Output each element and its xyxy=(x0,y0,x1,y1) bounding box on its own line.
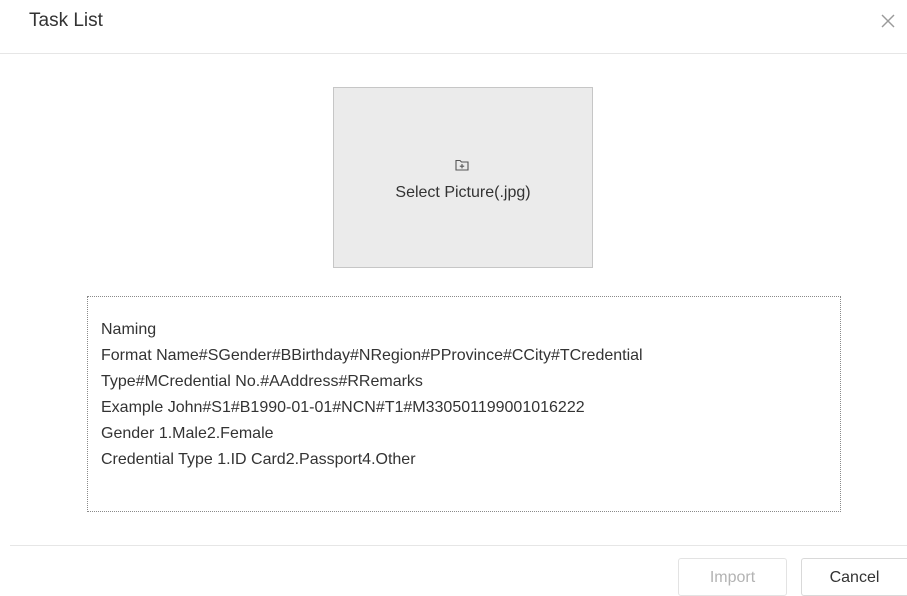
info-line-gender: Gender 1.Male2.Female xyxy=(101,425,274,442)
select-picture-button[interactable]: Select Picture(.jpg) xyxy=(333,87,593,268)
info-line-credential-type: Credential Type 1.ID Card2.Passport4.Oth… xyxy=(101,451,416,468)
dialog-header: Task List xyxy=(0,0,907,54)
naming-info-box: Naming Format Name#SGender#BBirthday#NRe… xyxy=(87,296,841,512)
import-button[interactable]: Import xyxy=(678,558,787,596)
close-icon[interactable] xyxy=(878,11,898,31)
footer-divider xyxy=(10,545,907,546)
select-picture-label: Select Picture(.jpg) xyxy=(395,184,531,201)
cancel-button[interactable]: Cancel xyxy=(801,558,907,596)
dialog-title: Task List xyxy=(29,10,103,31)
folder-icon xyxy=(455,158,469,171)
info-line-example: Example John#S1#B1990-01-01#NCN#T1#M3305… xyxy=(101,399,585,416)
info-line-format: Format Name#SGender#BBirthday#NRegion#PP… xyxy=(101,347,643,364)
task-list-dialog: Task List Select Picture(.jpg) Naming Fo… xyxy=(0,0,907,596)
info-line-format-cont: Type#MCredential No.#AAddress#RRemarks xyxy=(101,373,423,390)
info-line-naming: Naming xyxy=(101,321,157,338)
